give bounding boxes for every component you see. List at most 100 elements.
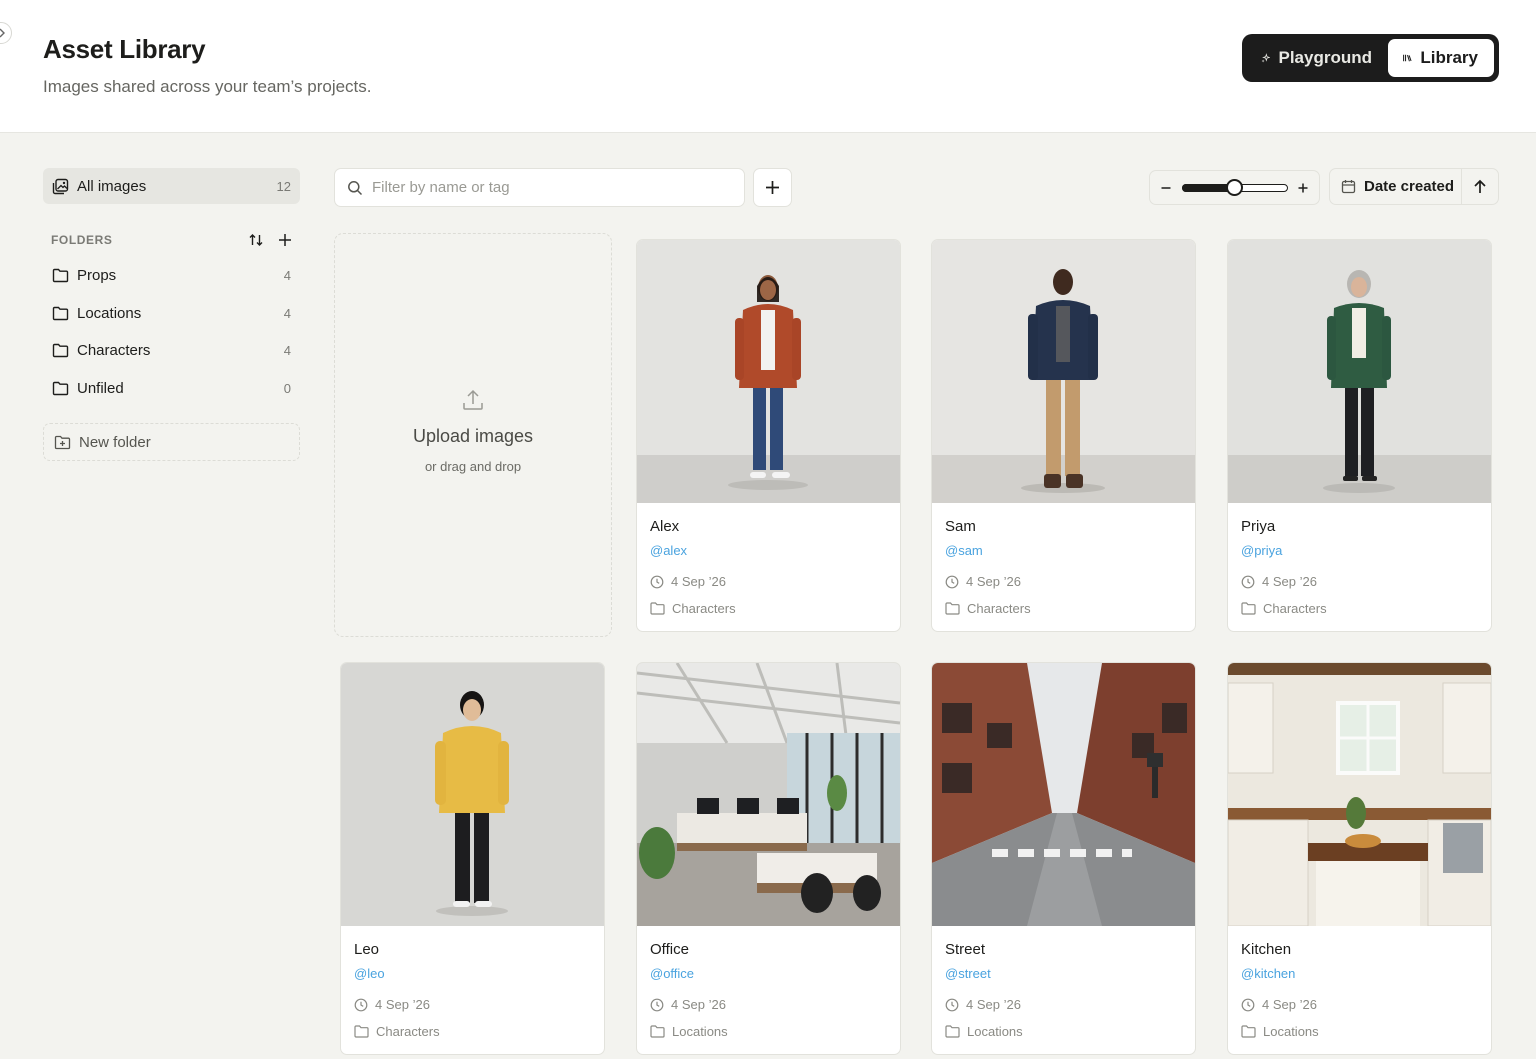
asset-card-alex[interactable]: Alex @alex 4 Sep ’26 Characters xyxy=(636,239,901,632)
sort-field-button[interactable]: Date created xyxy=(1330,169,1462,204)
asset-date-text: 4 Sep ’26 xyxy=(671,997,726,1012)
asset-name: Kitchen xyxy=(1241,941,1292,958)
asset-handle: @kitchen xyxy=(1241,966,1296,981)
asset-date-text: 4 Sep ’26 xyxy=(966,574,1021,589)
asset-card-street[interactable]: Street @street 4 Sep ’26 Locations xyxy=(931,662,1196,1055)
asset-date: 4 Sep ’26 xyxy=(1241,997,1317,1012)
clock-icon xyxy=(945,998,959,1011)
page-subtitle: Images shared across your team’s project… xyxy=(43,77,372,96)
sidebar-item-all-images[interactable]: All images 12 xyxy=(43,168,300,204)
sort-control: Date created xyxy=(1329,168,1499,205)
zoom-in-button[interactable] xyxy=(1297,182,1309,194)
add-folder-icon[interactable] xyxy=(278,233,292,247)
page-header: Asset Library Images shared across your … xyxy=(0,0,1536,133)
library-tab-label: Library xyxy=(1420,48,1478,67)
folder-icon xyxy=(52,269,69,283)
sidebar-item-label: Unfiled xyxy=(77,379,124,397)
folder-plus-icon xyxy=(54,435,71,449)
sort-direction-button[interactable] xyxy=(1462,169,1498,204)
asset-folder: Locations xyxy=(1241,1024,1319,1039)
sidebar-item-count: 4 xyxy=(283,305,291,321)
folder-icon xyxy=(945,602,960,615)
asset-date: 4 Sep ’26 xyxy=(354,997,430,1012)
asset-name: Leo xyxy=(354,941,380,958)
sidebar-item-unfiled[interactable]: Unfiled 0 xyxy=(43,370,300,408)
folder-list: Props 4 Locations 4 Characters 4 Unfiled… xyxy=(43,257,300,407)
sidebar-item-label: Characters xyxy=(77,342,151,360)
asset-handle: @sam xyxy=(945,543,983,558)
asset-name: Sam xyxy=(945,518,976,535)
folder-icon xyxy=(945,1025,960,1038)
clock-icon xyxy=(650,575,664,588)
new-folder-button[interactable]: New folder xyxy=(43,423,300,461)
new-folder-label: New folder xyxy=(79,433,151,451)
search-input[interactable] xyxy=(372,179,712,196)
asset-folder: Characters xyxy=(1241,601,1327,616)
zoom-out-button[interactable] xyxy=(1160,182,1172,194)
sidebar-item-count: 4 xyxy=(283,343,291,359)
folders-heading-row: FOLDERS xyxy=(43,230,300,250)
asset-card-office[interactable]: Office @office 4 Sep ’26 Locations xyxy=(636,662,901,1055)
asset-thumbnail xyxy=(637,663,900,926)
asset-folder: Characters xyxy=(945,601,1031,616)
asset-folder-text: Locations xyxy=(967,1024,1023,1039)
asset-card-sam[interactable]: Sam @sam 4 Sep ’26 Characters xyxy=(931,239,1196,632)
zoom-slider[interactable] xyxy=(1181,178,1288,196)
page-title: Asset Library xyxy=(43,34,206,64)
asset-folder: Locations xyxy=(945,1024,1023,1039)
images-icon xyxy=(52,178,69,194)
asset-folder-text: Characters xyxy=(376,1024,440,1039)
asset-name: Street xyxy=(945,941,986,958)
folders-heading: FOLDERS xyxy=(51,233,113,247)
asset-card-leo[interactable]: Leo @leo 4 Sep ’26 Characters xyxy=(340,662,605,1055)
playground-tab[interactable]: Playground xyxy=(1247,39,1388,77)
folder-icon xyxy=(1241,1025,1256,1038)
asset-date-text: 4 Sep ’26 xyxy=(966,997,1021,1012)
clock-icon xyxy=(945,575,959,588)
sort-folders-icon[interactable] xyxy=(248,232,264,248)
asset-thumbnail xyxy=(1228,240,1491,503)
mode-switch: Playground Library xyxy=(1242,34,1499,82)
sidebar-item-count: 4 xyxy=(283,268,291,284)
asset-handle: @alex xyxy=(650,543,688,558)
search-icon xyxy=(348,180,363,195)
upload-title: Upload images xyxy=(412,426,534,446)
library-tab[interactable]: Library xyxy=(1388,39,1494,77)
sidebar-item-label: All images xyxy=(77,177,147,195)
asset-folder: Characters xyxy=(650,601,736,616)
asset-handle: @priya xyxy=(1241,543,1283,558)
sidebar-item-locations[interactable]: Locations 4 xyxy=(43,295,300,333)
sidebar-expand-button[interactable] xyxy=(0,22,12,44)
sidebar-item-characters[interactable]: Characters 4 xyxy=(43,332,300,370)
clock-icon xyxy=(1241,998,1255,1011)
asset-card-kitchen[interactable]: Kitchen @kitchen 4 Sep ’26 Locations xyxy=(1227,662,1492,1055)
folder-icon xyxy=(650,1025,665,1038)
upload-dropzone[interactable]: Upload images or drag and drop xyxy=(334,233,612,637)
asset-folder: Characters xyxy=(354,1024,440,1039)
library-icon xyxy=(1403,54,1412,62)
sidebar-item-count: 0 xyxy=(283,380,291,396)
chevron-right-icon xyxy=(0,28,5,38)
clock-icon xyxy=(354,998,368,1011)
asset-thumbnail xyxy=(1228,663,1491,926)
asset-name: Alex xyxy=(650,518,680,535)
arrow-up-icon xyxy=(1474,179,1486,193)
add-asset-button[interactable] xyxy=(753,168,792,207)
calendar-icon xyxy=(1341,180,1356,194)
sidebar-item-props[interactable]: Props 4 xyxy=(43,257,300,295)
asset-handle: @office xyxy=(650,966,695,981)
asset-date: 4 Sep ’26 xyxy=(945,574,1021,589)
asset-folder-text: Characters xyxy=(967,601,1031,616)
asset-thumbnail xyxy=(637,240,900,503)
zoom-slider-thumb[interactable] xyxy=(1226,178,1243,196)
clock-icon xyxy=(650,998,664,1011)
asset-date-text: 4 Sep ’26 xyxy=(375,997,430,1012)
folder-icon xyxy=(52,306,69,320)
sidebar-item-count: 12 xyxy=(276,178,291,194)
sort-field-label: Date created xyxy=(1364,178,1455,195)
asset-date: 4 Sep ’26 xyxy=(650,574,726,589)
asset-folder-text: Locations xyxy=(672,1024,728,1039)
search-bar xyxy=(334,168,745,207)
asset-date-text: 4 Sep ’26 xyxy=(1262,574,1317,589)
asset-card-priya[interactable]: Priya @priya 4 Sep ’26 Characters xyxy=(1227,239,1492,632)
